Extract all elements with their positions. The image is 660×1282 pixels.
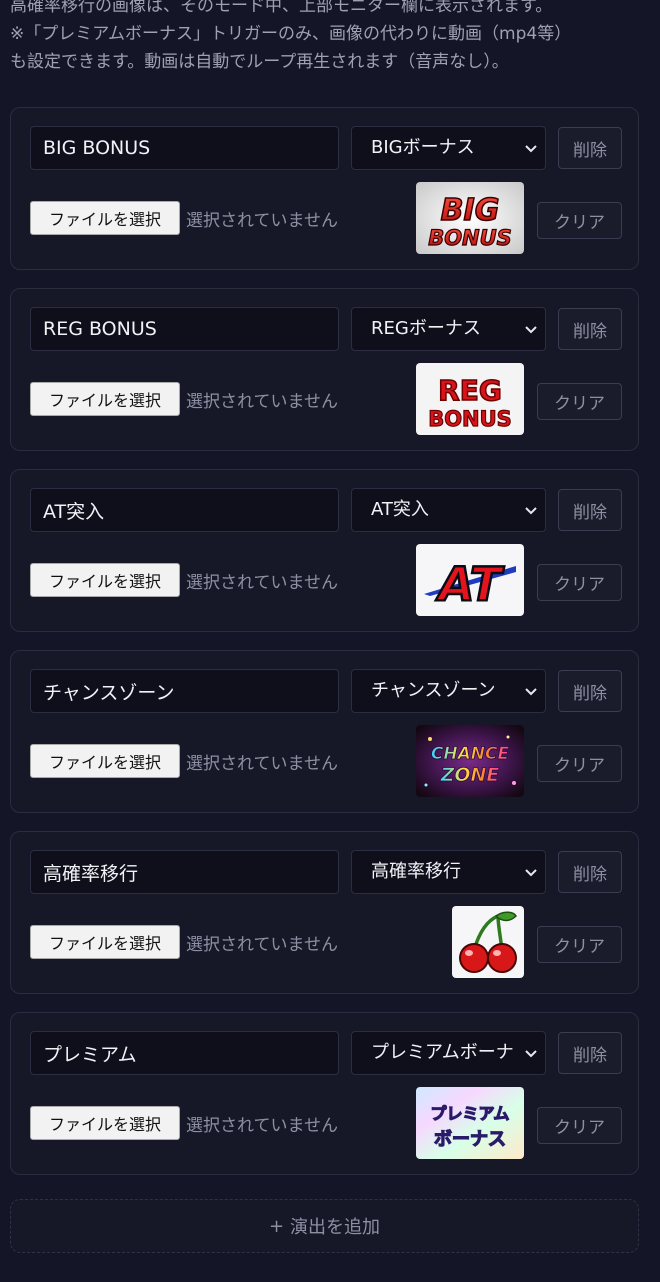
effect-name-input[interactable] xyxy=(30,307,339,351)
effect-thumbnail: BIG BONUS xyxy=(416,182,524,254)
file-status-text: 選択されていません xyxy=(186,573,338,593)
delete-button[interactable]: 削除 xyxy=(558,489,622,531)
effect-name-input[interactable] xyxy=(30,126,339,170)
file-select-button[interactable]: ファイルを選択 xyxy=(30,744,180,778)
delete-button[interactable]: 削除 xyxy=(558,851,622,893)
trigger-select[interactable]: BIGボーナス xyxy=(351,126,546,170)
file-select-button[interactable]: ファイルを選択 xyxy=(30,925,180,959)
delete-button[interactable]: 削除 xyxy=(558,308,622,350)
trigger-select-value: プレミアムボーナス xyxy=(371,1042,515,1063)
file-select-button[interactable]: ファイルを選択 xyxy=(30,1106,180,1140)
effect-card-chance-zone: チャンスゾーン 削除 ファイルを選択 選択されていません CHANCE ZONE… xyxy=(10,650,639,813)
effect-card-reg-bonus: REGボーナス 削除 ファイルを選択 選択されていません REG BONUS ク… xyxy=(10,288,639,451)
plus-icon: + xyxy=(268,1215,285,1237)
svg-text:プレミアム: プレミアム xyxy=(431,1104,510,1123)
chevron-down-icon xyxy=(525,326,537,334)
effect-thumbnail: REG BONUS xyxy=(416,363,524,435)
svg-text:BONUS: BONUS xyxy=(428,226,512,250)
intro-line-2: ※「プレミアムボーナス」トリガーのみ、画像の代わりに動画（mp4等） xyxy=(10,24,572,44)
effect-name-input[interactable] xyxy=(30,1031,339,1075)
chevron-down-icon xyxy=(525,1050,537,1058)
file-select-button[interactable]: ファイルを選択 xyxy=(30,201,180,235)
intro-line-1: 高確率移行の画像は、そのモード中、上部モニター欄に表示されます。 xyxy=(10,0,553,16)
trigger-select-value: 高確率移行 xyxy=(371,861,461,882)
trigger-select[interactable]: REGボーナス xyxy=(351,307,546,351)
svg-text:ボーナス: ボーナス xyxy=(434,1129,506,1150)
effect-name-input[interactable] xyxy=(30,669,339,713)
cherry-thumbnail xyxy=(452,906,524,978)
clear-button[interactable]: クリア xyxy=(537,202,622,239)
svg-text:BONUS: BONUS xyxy=(428,407,512,431)
file-status-text: 選択されていません xyxy=(186,211,338,231)
trigger-select[interactable]: AT突入 xyxy=(351,488,546,532)
trigger-select-value: チャンスゾーン xyxy=(371,680,496,701)
effect-thumbnail: プレミアム ボーナス xyxy=(416,1087,524,1159)
clear-button[interactable]: クリア xyxy=(537,745,622,782)
intro-line-3: も設定できます。動画は自動でループ再生されます（音声なし）。 xyxy=(10,52,509,72)
file-status-text: 選択されていません xyxy=(186,935,338,955)
add-effect-button[interactable]: + 演出を追加 xyxy=(10,1199,639,1253)
delete-button[interactable]: 削除 xyxy=(558,1032,622,1074)
trigger-select-value: BIGボーナス xyxy=(371,137,475,158)
svg-text:AT: AT xyxy=(436,557,505,611)
effect-card-at: AT突入 削除 ファイルを選択 選択されていません AT クリア xyxy=(10,469,639,632)
svg-text:BIG: BIG xyxy=(441,193,500,228)
clear-button[interactable]: クリア xyxy=(537,383,622,420)
add-effect-label: 演出を追加 xyxy=(290,1217,381,1238)
svg-text:REG: REG xyxy=(438,374,502,407)
effect-card-big-bonus: BIGボーナス 削除 ファイルを選択 選択されていません BIG BONUS ク… xyxy=(10,107,639,270)
trigger-select-value: AT突入 xyxy=(371,499,429,520)
effect-thumbnail: AT xyxy=(416,544,524,616)
clear-button[interactable]: クリア xyxy=(537,926,622,963)
delete-button[interactable]: 削除 xyxy=(558,127,622,169)
intro-text: 高確率移行の画像は、そのモード中、上部モニター欄に表示されます。 ※「プレミアム… xyxy=(10,0,650,76)
effect-name-input[interactable] xyxy=(30,488,339,532)
file-status-text: 選択されていません xyxy=(186,754,338,774)
chevron-down-icon xyxy=(525,145,537,153)
effect-card-premium: プレミアムボーナス 削除 ファイルを選択 選択されていません プレミアム ボーナ… xyxy=(10,1012,639,1175)
svg-text:ZONE: ZONE xyxy=(440,764,500,786)
effect-card-high-probability: 高確率移行 削除 ファイルを選択 選択されていません クリア xyxy=(10,831,639,994)
chevron-down-icon xyxy=(525,869,537,877)
file-status-text: 選択されていません xyxy=(186,392,338,412)
file-select-button[interactable]: ファイルを選択 xyxy=(30,563,180,597)
clear-button[interactable]: クリア xyxy=(537,1107,622,1144)
trigger-select[interactable]: チャンスゾーン xyxy=(351,669,546,713)
file-status-text: 選択されていません xyxy=(186,1116,338,1136)
svg-text:CHANCE: CHANCE xyxy=(431,744,510,764)
trigger-select[interactable]: 高確率移行 xyxy=(351,850,546,894)
effect-thumbnail: CHANCE ZONE xyxy=(416,725,524,797)
clear-button[interactable]: クリア xyxy=(537,564,622,601)
chevron-down-icon xyxy=(525,688,537,696)
effect-name-input[interactable] xyxy=(30,850,339,894)
file-select-button[interactable]: ファイルを選択 xyxy=(30,382,180,416)
trigger-select[interactable]: プレミアムボーナス xyxy=(351,1031,546,1075)
trigger-select-value: REGボーナス xyxy=(371,318,481,339)
chevron-down-icon xyxy=(525,507,537,515)
delete-button[interactable]: 削除 xyxy=(558,670,622,712)
